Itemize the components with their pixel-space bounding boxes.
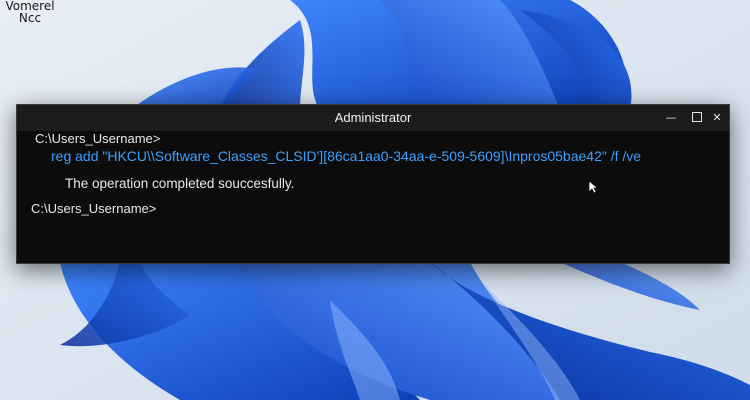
terminal-window[interactable]: Administrator — ✕ C:\Users_Username> reg… [16, 104, 730, 264]
desktop-icon-label-line2: Ncc [18, 11, 42, 25]
window-title: Administrator [334, 110, 412, 125]
prompt-line-1: C:\Users_Username> [35, 131, 161, 146]
maximize-icon [692, 112, 702, 122]
minimize-button[interactable]: — [657, 105, 685, 129]
prompt-line-2[interactable]: C:\Users_Username> [31, 201, 156, 216]
close-button[interactable]: ✕ [703, 105, 731, 129]
mouse-pointer-icon [588, 180, 598, 194]
output-message: The operation completed souccesfully. [65, 176, 295, 191]
command-line: reg add "HKCU\\Software_Classes_CLSID'][… [51, 148, 642, 164]
title-bar[interactable]: Administrator — ✕ [17, 105, 729, 131]
close-icon: ✕ [712, 110, 722, 124]
minimize-icon: — [665, 110, 677, 124]
desktop-icon-label[interactable]: Vomerel Ncc [0, 0, 60, 24]
